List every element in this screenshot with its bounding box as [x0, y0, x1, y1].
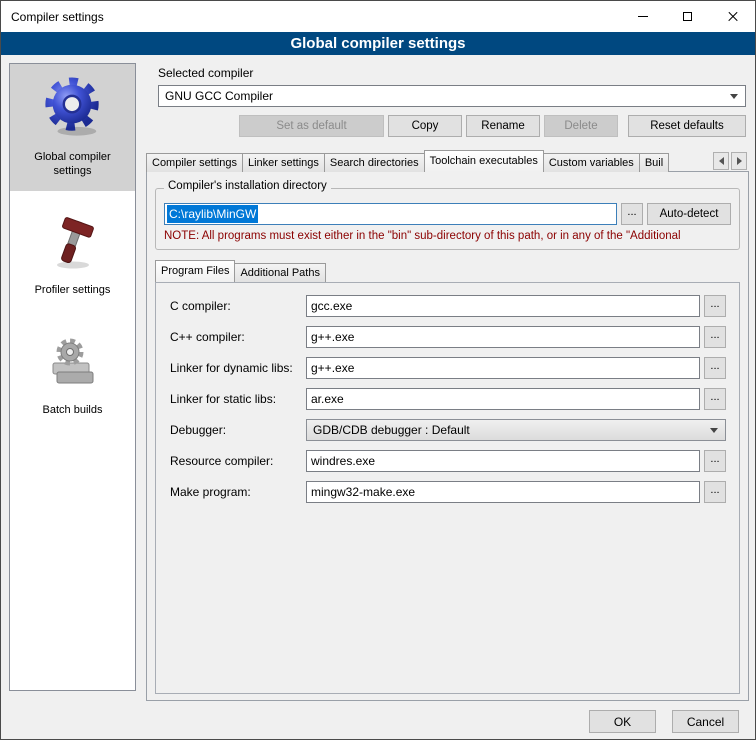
tab-scroll-left-button[interactable] — [713, 152, 729, 170]
install-dir-group: Compiler's installation directory C:\ray… — [155, 188, 740, 250]
install-dir-value: C:\raylib\MinGW — [167, 205, 258, 223]
cpp-compiler-label: C++ compiler: — [170, 330, 302, 344]
sidebar-item-label: Profiler settings — [35, 283, 111, 297]
tab-scroll-buttons — [713, 152, 747, 170]
form-row: Resource compiler: ... — [170, 450, 726, 472]
selected-compiler-label: Selected compiler — [158, 66, 253, 80]
reset-defaults-button[interactable]: Reset defaults — [628, 115, 746, 137]
settings-tab-strip: Compiler settings Linker settings Search… — [146, 150, 711, 172]
form-row: Linker for static libs: ... — [170, 388, 726, 410]
chevron-down-icon — [710, 428, 718, 433]
linker-dynamic-input[interactable] — [306, 357, 700, 379]
sidebar-item-profiler-settings[interactable]: Profiler settings — [10, 205, 135, 309]
ok-button[interactable]: OK — [589, 710, 656, 733]
window-controls — [620, 1, 755, 32]
tab-build-options[interactable]: Buil — [639, 153, 669, 172]
c-compiler-browse-button[interactable]: ... — [704, 295, 726, 317]
install-dir-input[interactable]: C:\raylib\MinGW — [164, 203, 617, 225]
linker-dynamic-browse-button[interactable]: ... — [704, 357, 726, 379]
form-row: Make program: ... — [170, 481, 726, 503]
cancel-button[interactable]: Cancel — [672, 710, 739, 733]
auto-detect-button[interactable]: Auto-detect — [647, 203, 731, 225]
compiler-settings-window: Compiler settings Global compiler settin… — [0, 0, 756, 740]
tab-custom-variables[interactable]: Custom variables — [543, 153, 640, 172]
tab-linker-settings[interactable]: Linker settings — [242, 153, 325, 172]
close-icon — [727, 11, 739, 23]
form-row: Debugger: GDB/CDB debugger : Default — [170, 419, 726, 441]
sidebar-item-global-compiler-settings[interactable]: Global compiler settings — [10, 64, 135, 191]
chevron-left-icon — [719, 157, 724, 165]
cpp-compiler-browse-button[interactable]: ... — [704, 326, 726, 348]
minimize-button[interactable] — [620, 1, 665, 32]
sidebar: Global compiler settings Profiler settin… — [9, 63, 136, 691]
note-text: NOTE: All programs must exist either in … — [164, 230, 731, 242]
compiler-select[interactable]: GNU GCC Compiler — [158, 85, 746, 107]
set-as-default-button[interactable]: Set as default — [239, 115, 384, 137]
c-compiler-input[interactable] — [306, 295, 700, 317]
close-button[interactable] — [710, 1, 755, 32]
chevron-down-icon — [730, 94, 738, 99]
sidebar-item-label: Batch builds — [43, 403, 103, 417]
page-title: Global compiler settings — [1, 32, 755, 55]
copy-button[interactable]: Copy — [388, 115, 462, 137]
tab-scroll-right-button[interactable] — [731, 152, 747, 170]
c-compiler-label: C compiler: — [170, 299, 302, 313]
maximize-icon — [683, 12, 692, 21]
global-compiler-gear-icon — [42, 76, 104, 143]
tab-toolchain-executables[interactable]: Toolchain executables — [424, 150, 544, 172]
resource-compiler-input[interactable] — [306, 450, 700, 472]
compiler-select-value: GNU GCC Compiler — [159, 86, 745, 106]
make-program-browse-button[interactable]: ... — [704, 481, 726, 503]
rename-button[interactable]: Rename — [466, 115, 540, 137]
tab-program-files[interactable]: Program Files — [155, 260, 235, 282]
make-program-input[interactable] — [306, 481, 700, 503]
profiler-tool-icon — [46, 217, 100, 276]
cpp-compiler-input[interactable] — [306, 326, 700, 348]
batch-builds-icon — [45, 335, 101, 396]
debugger-select-value: GDB/CDB debugger : Default — [307, 420, 725, 440]
toolchain-executables-panel: Compiler's installation directory C:\ray… — [146, 171, 749, 701]
resource-compiler-browse-button[interactable]: ... — [704, 450, 726, 472]
form-row: Linker for dynamic libs: ... — [170, 357, 726, 379]
debugger-label: Debugger: — [170, 423, 302, 437]
debugger-select[interactable]: GDB/CDB debugger : Default — [306, 419, 726, 441]
install-dir-row: C:\raylib\MinGW ... Auto-detect — [164, 203, 731, 225]
tab-search-directories[interactable]: Search directories — [324, 153, 425, 172]
resource-compiler-label: Resource compiler: — [170, 454, 302, 468]
linker-static-input[interactable] — [306, 388, 700, 410]
maximize-button[interactable] — [665, 1, 710, 32]
titlebar: Compiler settings — [1, 1, 755, 32]
program-files-tab-strip: Program Files Additional Paths — [155, 261, 325, 282]
tab-additional-paths[interactable]: Additional Paths — [234, 263, 326, 282]
sidebar-item-label: Global compiler settings — [14, 150, 131, 179]
linker-static-browse-button[interactable]: ... — [704, 388, 726, 410]
program-files-panel: C compiler: ... C++ compiler: ... Linker… — [155, 282, 740, 694]
delete-button[interactable]: Delete — [544, 115, 618, 137]
minimize-icon — [638, 16, 648, 17]
chevron-right-icon — [737, 157, 742, 165]
main-area: Selected compiler GNU GCC Compiler Set a… — [146, 63, 749, 701]
linker-dynamic-label: Linker for dynamic libs: — [170, 361, 302, 375]
linker-static-label: Linker for static libs: — [170, 392, 302, 406]
form-row: C++ compiler: ... — [170, 326, 726, 348]
make-program-label: Make program: — [170, 485, 302, 499]
tab-compiler-settings[interactable]: Compiler settings — [146, 153, 243, 172]
form-row: C compiler: ... — [170, 295, 726, 317]
compiler-actions: Set as default Copy Rename Delete Reset … — [146, 115, 746, 137]
install-dir-browse-button[interactable]: ... — [621, 203, 643, 225]
window-title: Compiler settings — [1, 10, 620, 24]
sidebar-item-batch-builds[interactable]: Batch builds — [10, 323, 135, 429]
install-dir-group-title: Compiler's installation directory — [164, 180, 331, 192]
